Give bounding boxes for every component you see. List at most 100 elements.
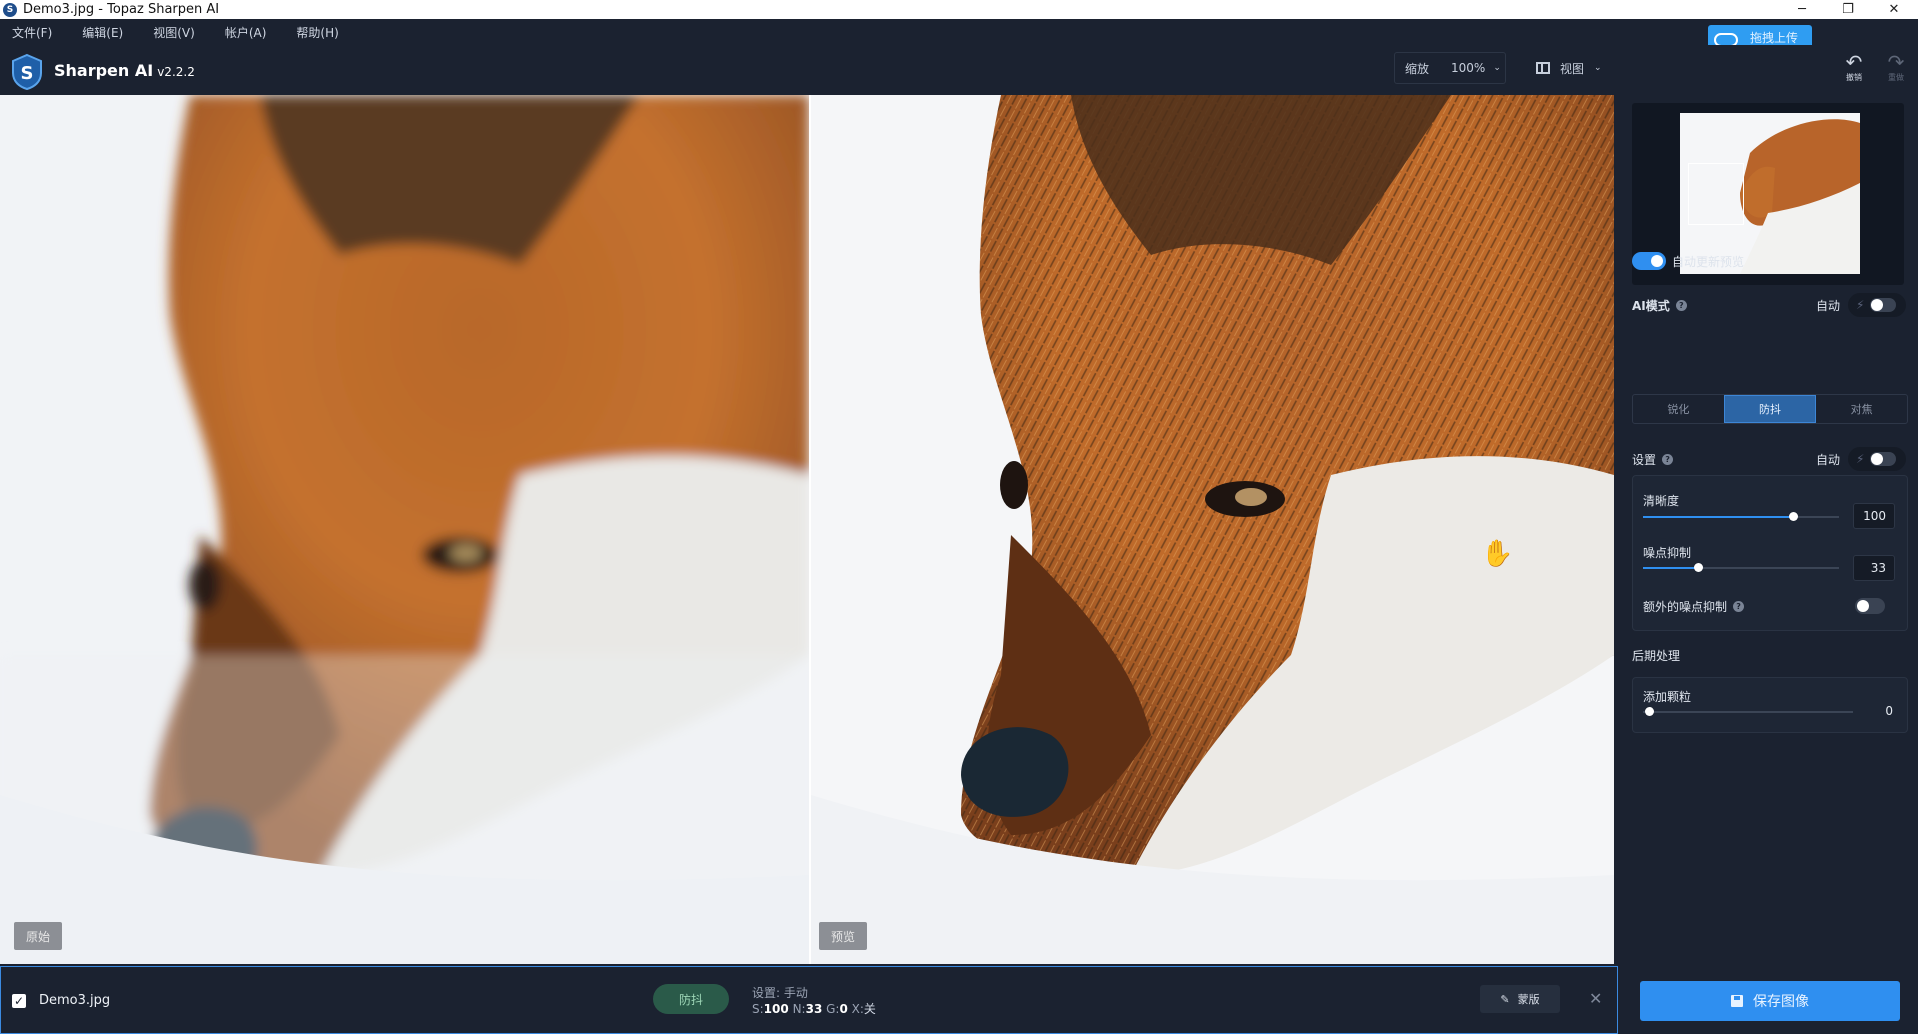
cloud-icon <box>1714 30 1738 47</box>
noise-slider-handle[interactable] <box>1694 563 1703 572</box>
save-label: 保存图像 <box>1753 994 1809 1010</box>
svg-text:S: S <box>21 63 34 84</box>
original-tag: 原始 <box>14 922 63 950</box>
auto-preview-label: 自动更新预览 <box>1672 254 1745 269</box>
ai-mode-auto-label: 自动 <box>1815 298 1840 313</box>
menu-view[interactable]: 视图(V) <box>153 24 195 41</box>
mode-badge: 防抖 <box>653 984 729 1014</box>
split-view-icon <box>1536 62 1550 74</box>
zoom-selector[interactable]: 缩放 100% ⌄ <box>1394 52 1506 84</box>
menu-account[interactable]: 帐户(A) <box>225 24 267 41</box>
window-titlebar: S Demo3.jpg - Topaz Sharpen AI <box>0 0 1918 19</box>
save-disk-icon <box>1731 995 1743 1007</box>
app-icon: S <box>3 2 17 17</box>
restore-button[interactable]: ❐ <box>1826 0 1870 19</box>
bolt-icon: ⚡ <box>1856 452 1865 466</box>
toolbar: S Sharpen AI v2.2.2 <box>0 45 1918 95</box>
zoom-label: 缩放 <box>1405 61 1430 76</box>
extra-noise-row: 额外的噪点抑制 ? <box>1643 598 1745 615</box>
preview-tag: 预览 <box>819 922 868 950</box>
app-name: Sharpen AI <box>54 60 154 80</box>
window-title: Demo3.jpg - Topaz Sharpen AI <box>23 2 220 17</box>
redo-label: 重做 <box>1888 73 1904 82</box>
post-processing-header: 后期处理 <box>1632 647 1906 664</box>
menu-edit[interactable]: 编辑(E) <box>82 24 123 41</box>
close-icon[interactable]: ✕ <box>1589 989 1602 1008</box>
tab-focus[interactable]: 对焦 <box>1816 395 1907 423</box>
minimize-button[interactable]: ─ <box>1780 0 1824 19</box>
app-brand: Sharpen AI v2.2.2 <box>54 61 195 80</box>
upload-label: 拖拽上传 <box>1750 30 1799 45</box>
auto-preview-row: 自动更新预览 <box>1632 252 1906 270</box>
file-row[interactable]: ✓ Demo3.jpg 防抖 设置: 手动 S:100 N:33 G:0 X:关… <box>0 966 1618 1034</box>
ai-mode-header: AI模式 ? 自动 ⚡ <box>1632 293 1906 317</box>
redo-button[interactable]: ↷ 重做 <box>1878 52 1914 88</box>
tab-sharpen[interactable]: 锐化 <box>1633 395 1724 423</box>
help-icon[interactable]: ? <box>1733 601 1745 612</box>
g-label: G: <box>826 1002 840 1016</box>
noise-slider[interactable] <box>1643 563 1839 572</box>
settings-label: 设置 <box>1632 452 1657 467</box>
file-name: Demo3.jpg <box>39 993 111 1008</box>
help-icon[interactable]: ? <box>1662 453 1674 465</box>
menu-bar: 文件(F) 编辑(E) 视图(V) 帐户(A) 帮助(H) <box>0 19 1918 45</box>
n-label: N: <box>792 1002 806 1016</box>
sharpness-label: 清晰度 <box>1643 494 1680 508</box>
settings-auto-toggle[interactable]: ⚡ <box>1848 447 1906 471</box>
undo-icon: ↶ <box>1845 50 1863 74</box>
close-window-button[interactable]: ✕ <box>1872 0 1916 19</box>
ai-mode-auto-toggle[interactable]: ⚡ <box>1848 293 1906 317</box>
sharpen-logo-icon: S <box>10 53 44 91</box>
help-icon[interactable]: ? <box>1675 299 1687 311</box>
ai-mode-auto: 自动 ⚡ <box>1816 293 1906 317</box>
settings-line: 设置: 手动 <box>752 986 808 1000</box>
sharpness-slider[interactable] <box>1643 512 1839 521</box>
fox-preview-image <box>811 95 1614 964</box>
x-value: 关 <box>863 1002 876 1016</box>
original-image-pane[interactable]: 原始 <box>0 95 809 964</box>
undo-label: 撤销 <box>1846 73 1862 82</box>
app-version: v2.2.2 <box>157 64 195 79</box>
n-value: 33 <box>805 1002 823 1016</box>
noise-value[interactable]: 33 <box>1853 555 1895 581</box>
grain-slider[interactable] <box>1643 707 1853 716</box>
ai-mode-tabs: 锐化 防抖 对焦 <box>1632 394 1908 424</box>
view-selector[interactable]: 视图 ⌄ <box>1512 52 1608 84</box>
fox-original-image <box>0 95 809 964</box>
ai-mode-label: AI模式 <box>1632 298 1670 313</box>
preview-image-pane[interactable]: 预览 <box>811 95 1614 964</box>
menu-file[interactable]: 文件(F) <box>12 24 52 41</box>
extra-noise-label: 额外的噪点抑制 <box>1643 600 1728 614</box>
post-processing-label: 后期处理 <box>1632 649 1681 663</box>
zoom-value: 100% <box>1451 61 1486 75</box>
x-label: X: <box>851 1002 864 1016</box>
post-processing-panel: 添加颗粒 0 <box>1632 677 1908 733</box>
tab-stabilize[interactable]: 防抖 <box>1723 395 1817 423</box>
sharpness-value[interactable]: 100 <box>1853 503 1895 529</box>
mask-button[interactable]: ✎ 蒙版 <box>1480 985 1560 1013</box>
chevron-down-icon: ⌄ <box>1594 63 1602 73</box>
save-image-button[interactable]: 保存图像 <box>1640 981 1900 1021</box>
grain-slider-handle[interactable] <box>1645 707 1654 716</box>
settings-panel: 清晰度 100 噪点抑制 33 额外的噪点抑制 ? <box>1632 475 1908 631</box>
right-sidebar: 自动更新预览 AI模式 ? 自动 ⚡ 锐化 防抖 对焦 设置 ? 自动 ⚡ 清晰… <box>1614 95 1918 964</box>
settings-auto-label: 自动 <box>1815 452 1840 467</box>
auto-preview-toggle[interactable] <box>1632 252 1666 270</box>
noise-label: 噪点抑制 <box>1643 546 1692 560</box>
chevron-down-icon: ⌄ <box>1493 63 1501 73</box>
redo-icon: ↷ <box>1887 50 1905 74</box>
s-value: 100 <box>763 1002 789 1016</box>
s-label: S: <box>752 1002 764 1016</box>
grain-label: 添加颗粒 <box>1643 690 1692 704</box>
file-checkbox[interactable]: ✓ <box>12 994 26 1008</box>
view-label: 视图 <box>1560 61 1585 76</box>
extra-noise-toggle[interactable] <box>1855 598 1885 614</box>
settings-auto: 自动 ⚡ <box>1816 447 1906 471</box>
grain-value: 0 <box>1885 704 1893 718</box>
sharpness-slider-handle[interactable] <box>1789 512 1798 521</box>
hand-cursor-icon: ✋ <box>1481 539 1514 569</box>
navigator-viewport-box[interactable] <box>1688 163 1744 225</box>
g-value: 0 <box>839 1002 848 1016</box>
undo-button[interactable]: ↶ 撤销 <box>1836 52 1872 88</box>
menu-help[interactable]: 帮助(H) <box>296 24 338 41</box>
